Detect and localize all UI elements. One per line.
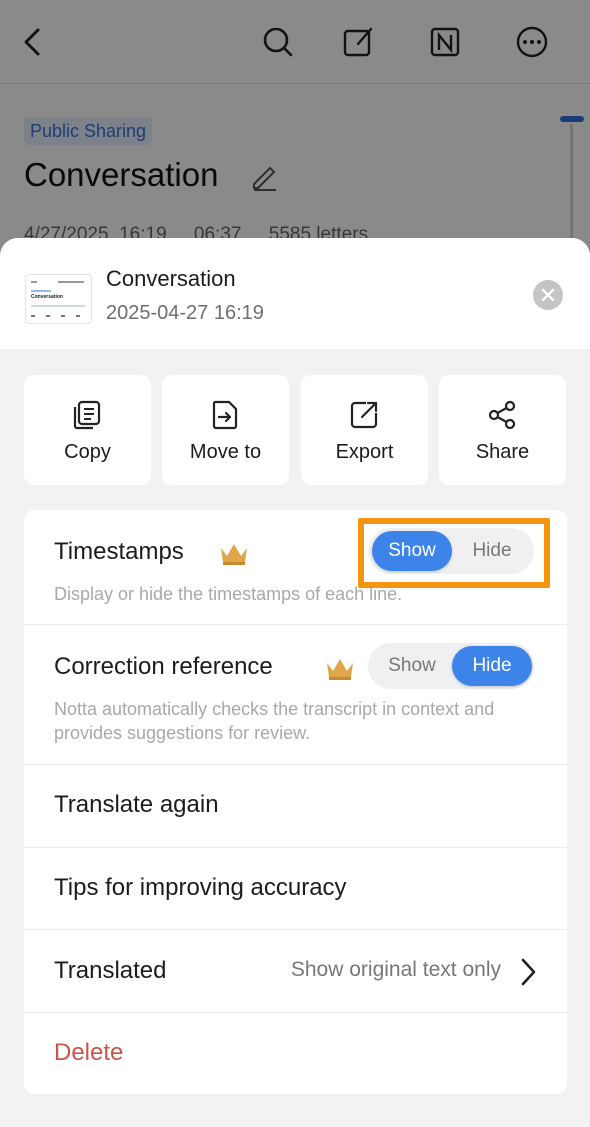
timestamps-title: Timestamps [54,538,184,565]
document-thumbnail: Conversation [25,274,92,324]
share-button[interactable]: Share [439,375,566,485]
translated-row[interactable]: Translated Show original text only [24,930,567,1013]
correction-toggle: Show Hide [368,643,534,689]
export-label: Export [335,441,394,463]
sheet-title: Conversation [106,266,236,291]
export-icon [350,401,378,429]
close-button[interactable] [533,280,563,310]
move-to-icon [212,400,238,430]
copy-label: Copy [64,441,111,463]
correction-row: Correction reference Show Hide Notta aut… [24,625,567,765]
export-button[interactable]: Export [301,375,428,485]
move-to-label: Move to [189,441,262,463]
chevron-right-icon [521,958,536,986]
translated-value: Show original text only [290,958,501,981]
move-to-button[interactable]: Move to [162,375,289,485]
translate-again-label: Translate again [54,791,219,818]
tips-label: Tips for improving accuracy [54,874,347,901]
quick-actions: Copy Move to Export Share [24,375,567,485]
delete-label: Delete [54,1039,124,1066]
timestamps-toggle: Show Hide [368,528,534,574]
share-label: Share [475,441,530,463]
correction-hide-option[interactable]: Hide [452,646,532,686]
timestamps-hide-option[interactable]: Hide [452,531,532,571]
correction-title: Correction reference [54,653,273,680]
action-sheet: Conversation Conversation 2025-04-27 16:… [0,238,590,1127]
share-icon [488,400,516,430]
premium-crown-icon [327,659,353,680]
close-icon [541,288,555,302]
premium-crown-icon [221,544,247,565]
translate-again-row[interactable]: Translate again [24,765,567,848]
timestamps-row: Timestamps Show Hide Display or hide the… [24,510,567,625]
correction-description: Notta automatically checks the transcrip… [54,699,495,743]
delete-row[interactable]: Delete [24,1013,567,1094]
correction-show-option[interactable]: Show [372,646,452,686]
settings-list: Timestamps Show Hide Display or hide the… [24,510,567,1094]
tips-row[interactable]: Tips for improving accuracy [24,848,567,930]
timestamps-description: Display or hide the timestamps of each l… [54,584,403,604]
thumbnail-title: Conversation [31,294,63,300]
timestamps-show-option[interactable]: Show [372,531,452,571]
translated-label: Translated [54,957,167,984]
copy-icon [73,400,101,430]
sheet-date: 2025-04-27 16:19 [106,302,264,324]
copy-button[interactable]: Copy [24,375,151,485]
sheet-header: Conversation Conversation 2025-04-27 16:… [0,238,590,350]
